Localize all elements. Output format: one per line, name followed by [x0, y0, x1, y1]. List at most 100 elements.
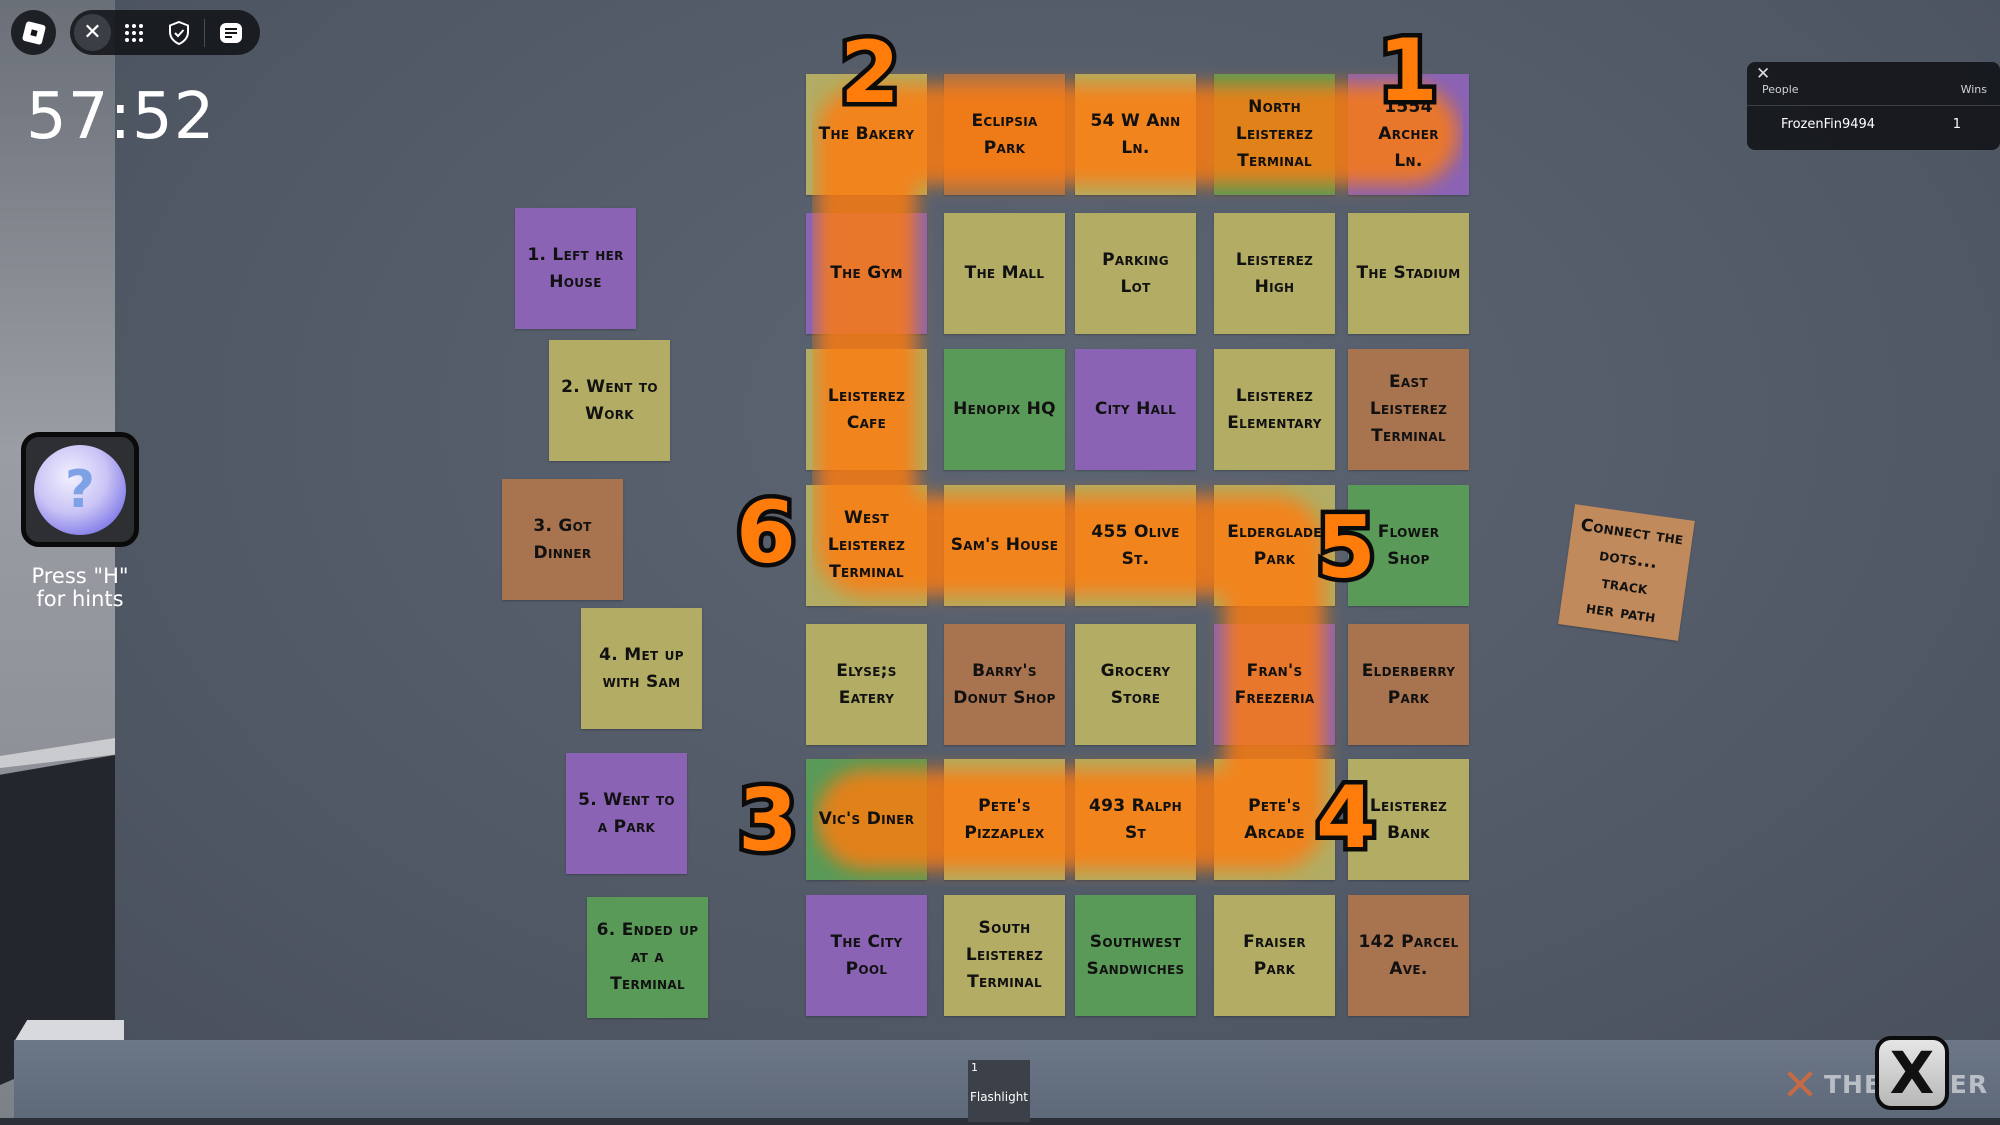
note-text: 142 Parcel Ave. [1358, 929, 1458, 983]
chat-icon [219, 22, 242, 43]
note-line: Terminal [967, 972, 1042, 992]
note-text: Flower Shop [1378, 519, 1440, 573]
leaderboard-row[interactable]: FrozenFin9494 1 [1781, 117, 1961, 132]
note-text: Elderberry Park [1362, 658, 1456, 712]
note-line: 1. Left her [527, 244, 624, 265]
note-line: Leisterez [1235, 249, 1314, 270]
note-line: a Park [597, 816, 656, 837]
note-line: Arcade [1244, 822, 1305, 843]
note-line: Elementary [1227, 412, 1322, 433]
location-note-leisterez-cafe: Leisterez Cafe [806, 349, 927, 470]
grid-menu-button[interactable] [111, 10, 156, 55]
note-line: North [1248, 97, 1301, 117]
note-text: Leisterez Bank [1370, 793, 1447, 847]
roblox-menu-button[interactable] [11, 10, 56, 55]
note-line: St [1124, 822, 1147, 843]
leaderboard-close-icon[interactable]: ✕ [1756, 64, 1770, 84]
leaderboard-header: People Wins [1762, 83, 1987, 96]
path-marker-5: 5 [1312, 498, 1381, 598]
leaderboard-divider [1747, 105, 2000, 106]
location-note-455-olive-st: 455 Olive St. [1075, 485, 1196, 606]
location-note-henopix-hq: Henopix HQ [944, 349, 1065, 470]
note-line: 455 Olive [1091, 521, 1180, 542]
hotbar-slot-flashlight[interactable]: 1 Flashlight [968, 1060, 1030, 1122]
location-note-sam-s-house: Sam's House [944, 485, 1065, 606]
note-text: 5. Went to a Park [578, 787, 675, 841]
close-icon[interactable]: ✕ [74, 14, 111, 51]
location-note-fran-s-freezeria: Fran's Freezeria [1214, 624, 1335, 745]
note-line: Fran's [1246, 660, 1303, 681]
note-line: Freezeria [1234, 687, 1315, 708]
slot-label: Flashlight [969, 1090, 1029, 1104]
note-line: with Sam [602, 671, 681, 692]
note-line: Donut Shop [953, 687, 1056, 708]
location-note-493-ralph-st: 493 Ralph St [1075, 759, 1196, 880]
note-text: North Leisterez Terminal [1236, 94, 1313, 175]
location-note-elyse-s-eatery: Elyse;s Eatery [806, 624, 927, 745]
leaderboard-panel: ✕ People Wins FrozenFin9494 1 [1747, 62, 2000, 150]
exit-button[interactable]: X [1875, 1036, 1949, 1110]
note-text: The Mall [965, 260, 1045, 287]
note-text: Leisterez Elementary [1227, 383, 1321, 437]
note-line: Terminal [1371, 426, 1446, 446]
note-line: Park [1253, 958, 1296, 979]
note-line: Barry's [972, 660, 1037, 681]
note-text: 2. Went to Work [561, 374, 658, 428]
player-name: FrozenFin9494 [1781, 117, 1876, 132]
note-line: Sam's House [950, 535, 1059, 555]
note-text: 493 Ralph St [1089, 793, 1182, 847]
note-text: 54 W Ann Ln. [1091, 108, 1181, 162]
location-note-142-parcel-ave: 142 Parcel Ave. [1348, 895, 1469, 1016]
shield-button[interactable] [156, 10, 201, 55]
location-note-elderberry-park: Elderberry Park [1348, 624, 1469, 745]
note-text: South Leisterez Terminal [966, 915, 1043, 996]
countdown-timer: 57:52 [26, 80, 216, 154]
note-line: 6. Ended up [596, 920, 699, 940]
note-line: House [549, 271, 602, 292]
note-line: Elyse;s [836, 660, 897, 681]
note-line: Park [983, 137, 1026, 158]
note-line: Pizzaplex [964, 822, 1045, 843]
note-line: Dinner [533, 542, 592, 563]
hint-note-connect-dots: Connect the dots... track her path [1558, 504, 1695, 641]
note-line: Store [1110, 687, 1161, 708]
note-line: Bank [1387, 822, 1430, 843]
note-line: 54 W Ann [1090, 110, 1181, 131]
note-line: The Mall [964, 263, 1045, 283]
question-mark-icon: ? [34, 444, 126, 535]
note-line: 2. Went to [561, 376, 658, 397]
location-note-north-leisterez-terminal: North Leisterez Terminal [1214, 74, 1335, 195]
note-line: Sandwiches [1086, 958, 1185, 979]
path-marker-2: 2 [836, 23, 905, 123]
note-line: at a [631, 947, 664, 967]
shield-check-icon [168, 20, 189, 45]
location-note-vic-s-diner: Vic's Diner [806, 759, 927, 880]
hint-button[interactable]: ? [21, 432, 139, 547]
note-line: Park [1387, 687, 1430, 708]
note-line: Cafe [846, 412, 887, 433]
clue-note-6: 6. Ended up at a Terminal [587, 897, 708, 1018]
note-line: 493 Ralph [1089, 795, 1182, 816]
note-line: Terminal [1237, 151, 1312, 171]
note-line: Vic's Diner [818, 809, 915, 829]
chat-button[interactable] [208, 10, 253, 55]
location-note-west-leisterez-terminal: West Leisterez Terminal [806, 485, 927, 606]
clue-note-3: 3. Got Dinner [502, 479, 623, 600]
note-line: Leisterez [827, 535, 906, 555]
path-marker-1: 1 [1374, 21, 1443, 121]
path-marker-6: 6 [732, 483, 801, 583]
note-line: Parking [1102, 249, 1169, 270]
note-text: Pete's Arcade [1244, 793, 1304, 847]
note-text: Grocery Store [1101, 658, 1171, 712]
note-text: The Bakery [819, 121, 915, 148]
top-toolbar: ✕ [70, 10, 260, 55]
note-line: Pete's [1248, 795, 1301, 816]
note-line: City Hall [1094, 399, 1177, 419]
people-column-header: People [1762, 83, 1799, 96]
path-marker-4: 4 [1312, 768, 1381, 868]
note-line: The Bakery [818, 124, 915, 144]
note-line: Leisterez [1369, 399, 1448, 419]
note-text: Southwest Sandwiches [1087, 929, 1185, 983]
note-text: The City Pool [831, 929, 903, 983]
location-note-fraiser-park: Fraiser Park [1214, 895, 1335, 1016]
